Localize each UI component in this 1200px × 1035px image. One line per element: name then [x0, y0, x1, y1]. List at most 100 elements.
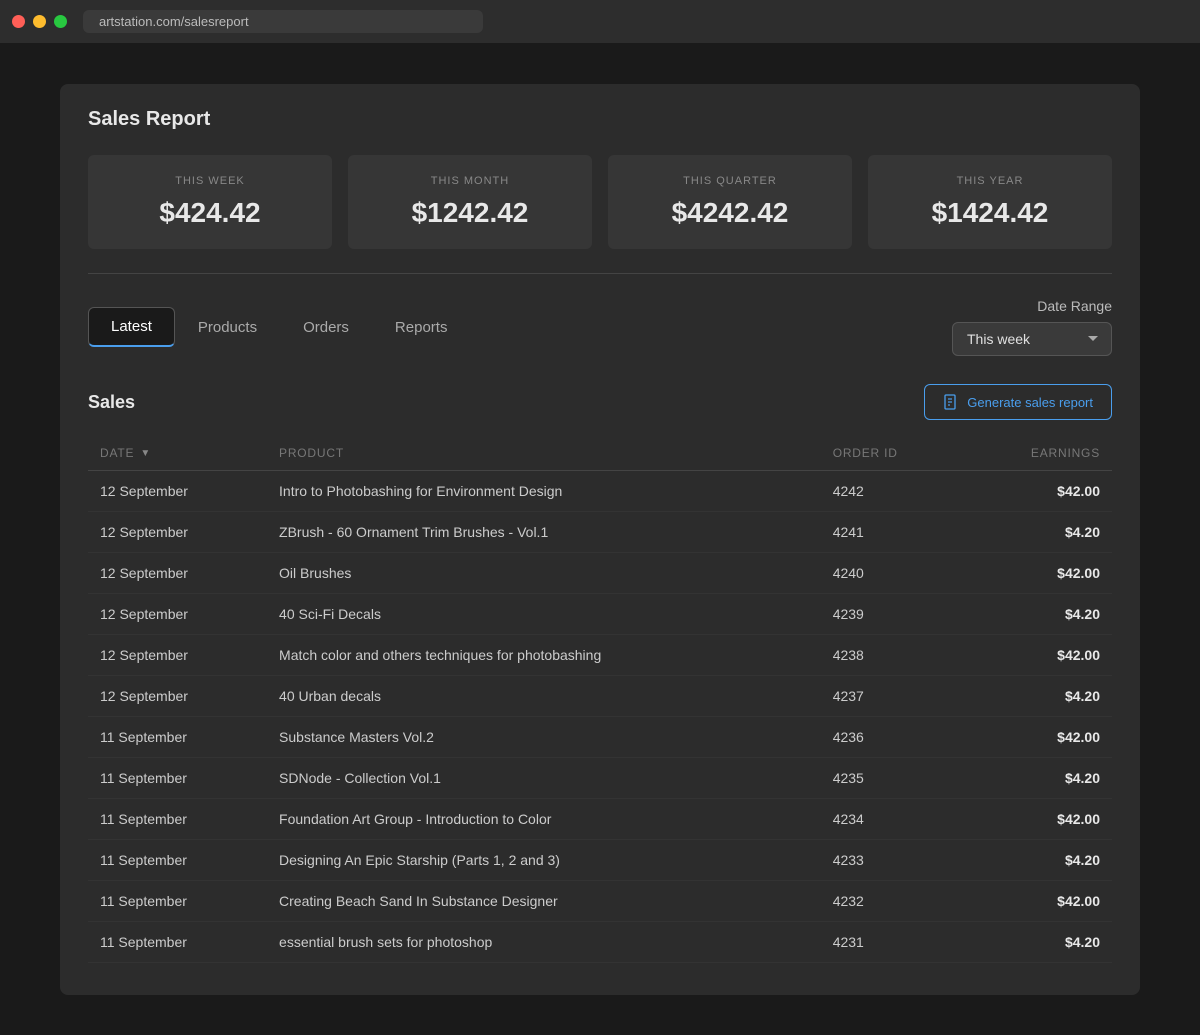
cell-product: SDNode - Collection Vol.1 [267, 758, 821, 799]
cell-date: 12 September [88, 471, 267, 512]
table-row: 12 September 40 Urban decals 4237 $4.20 [88, 676, 1112, 717]
cell-date: 12 September [88, 553, 267, 594]
table-row: 11 September SDNode - Collection Vol.1 4… [88, 758, 1112, 799]
cell-date: 12 September [88, 594, 267, 635]
table-row: 12 September ZBrush - 60 Ornament Trim B… [88, 512, 1112, 553]
cell-earnings: $4.20 [963, 676, 1112, 717]
cell-earnings: $4.20 [963, 512, 1112, 553]
stat-label: THIS QUARTER [632, 175, 828, 187]
stat-card-this-quarter: THIS QUARTER $4242.42 [608, 155, 852, 249]
tabs-row: LatestProductsOrdersReports Date Range T… [88, 298, 1112, 356]
date-range-block: Date Range This weekThis monthThis quart… [952, 298, 1112, 356]
tab-products[interactable]: Products [175, 307, 280, 347]
table-header: DATE ▼ PRODUCT ORDER ID EARNINGS [88, 436, 1112, 471]
table-row: 12 September Match color and others tech… [88, 635, 1112, 676]
divider [88, 273, 1112, 274]
col-product: PRODUCT [267, 436, 821, 471]
stats-row: THIS WEEK $424.42 THIS MONTH $1242.42 TH… [88, 155, 1112, 249]
address-bar[interactable]: artstation.com/salesreport [83, 10, 483, 33]
window-chrome: artstation.com/salesreport [0, 0, 1200, 44]
cell-date: 11 September [88, 717, 267, 758]
cell-order-id: 4238 [821, 635, 963, 676]
cell-product: Substance Masters Vol.2 [267, 717, 821, 758]
cell-earnings: $4.20 [963, 840, 1112, 881]
table-body: 12 September Intro to Photobashing for E… [88, 471, 1112, 963]
cell-date: 11 September [88, 799, 267, 840]
col-earnings: EARNINGS [963, 436, 1112, 471]
stat-card-this-month: THIS MONTH $1242.42 [348, 155, 592, 249]
stat-value: $1424.42 [892, 197, 1088, 229]
stat-label: THIS YEAR [892, 175, 1088, 187]
cell-earnings: $42.00 [963, 717, 1112, 758]
page-title: Sales Report [88, 108, 1112, 131]
table-row: 11 September Designing An Epic Starship … [88, 840, 1112, 881]
table-row: 11 September Substance Masters Vol.2 423… [88, 717, 1112, 758]
cell-product: Creating Beach Sand In Substance Designe… [267, 881, 821, 922]
cell-earnings: $42.00 [963, 799, 1112, 840]
cell-product: Designing An Epic Starship (Parts 1, 2 a… [267, 840, 821, 881]
cell-product: Oil Brushes [267, 553, 821, 594]
stat-card-this-year: THIS YEAR $1424.42 [868, 155, 1112, 249]
cell-earnings: $4.20 [963, 594, 1112, 635]
sales-report-panel: Sales Report THIS WEEK $424.42 THIS MONT… [60, 84, 1140, 995]
cell-order-id: 4234 [821, 799, 963, 840]
cell-order-id: 4242 [821, 471, 963, 512]
cell-product: ZBrush - 60 Ornament Trim Brushes - Vol.… [267, 512, 821, 553]
cell-order-id: 4236 [821, 717, 963, 758]
stat-label: THIS WEEK [112, 175, 308, 187]
cell-date: 11 September [88, 840, 267, 881]
maximize-button[interactable] [54, 15, 67, 28]
tab-latest[interactable]: Latest [88, 307, 175, 347]
cell-earnings: $42.00 [963, 881, 1112, 922]
cell-earnings: $42.00 [963, 471, 1112, 512]
generate-button-label: Generate sales report [967, 395, 1093, 410]
generate-sales-report-button[interactable]: Generate sales report [924, 384, 1112, 420]
cell-product: Intro to Photobashing for Environment De… [267, 471, 821, 512]
col-date[interactable]: DATE ▼ [88, 436, 267, 471]
sales-section-title: Sales [88, 392, 135, 413]
report-icon [943, 394, 959, 410]
sales-header: Sales Generate sales report [88, 384, 1112, 420]
stat-value: $424.42 [112, 197, 308, 229]
cell-order-id: 4232 [821, 881, 963, 922]
cell-earnings: $42.00 [963, 553, 1112, 594]
sales-table: DATE ▼ PRODUCT ORDER ID EARNINGS 12 Sept… [88, 436, 1112, 963]
cell-earnings: $4.20 [963, 758, 1112, 799]
cell-order-id: 4241 [821, 512, 963, 553]
cell-date: 12 September [88, 676, 267, 717]
col-order-id: ORDER ID [821, 436, 963, 471]
date-range-label: Date Range [1037, 298, 1112, 314]
cell-product: Foundation Art Group - Introduction to C… [267, 799, 821, 840]
tab-reports[interactable]: Reports [372, 307, 471, 347]
stat-label: THIS MONTH [372, 175, 568, 187]
cell-order-id: 4233 [821, 840, 963, 881]
cell-order-id: 4231 [821, 922, 963, 963]
table-row: 11 September essential brush sets for ph… [88, 922, 1112, 963]
table-row: 12 September Oil Brushes 4240 $42.00 [88, 553, 1112, 594]
table-row: 12 September Intro to Photobashing for E… [88, 471, 1112, 512]
table-row: 11 September Foundation Art Group - Intr… [88, 799, 1112, 840]
cell-product: Match color and others techniques for ph… [267, 635, 821, 676]
tabs: LatestProductsOrdersReports [88, 307, 470, 347]
table-row: 11 September Creating Beach Sand In Subs… [88, 881, 1112, 922]
stat-card-this-week: THIS WEEK $424.42 [88, 155, 332, 249]
cell-order-id: 4235 [821, 758, 963, 799]
cell-date: 11 September [88, 758, 267, 799]
cell-date: 11 September [88, 881, 267, 922]
cell-order-id: 4237 [821, 676, 963, 717]
cell-date: 11 September [88, 922, 267, 963]
minimize-button[interactable] [33, 15, 46, 28]
close-button[interactable] [12, 15, 25, 28]
cell-earnings: $42.00 [963, 635, 1112, 676]
cell-product: essential brush sets for photoshop [267, 922, 821, 963]
cell-earnings: $4.20 [963, 922, 1112, 963]
content-area: Sales Report THIS WEEK $424.42 THIS MONT… [0, 44, 1200, 1035]
sort-icon: ▼ [140, 448, 151, 459]
stat-value: $4242.42 [632, 197, 828, 229]
date-range-select[interactable]: This weekThis monthThis quarterThis year [952, 322, 1112, 356]
cell-order-id: 4239 [821, 594, 963, 635]
cell-product: 40 Sci-Fi Decals [267, 594, 821, 635]
tab-orders[interactable]: Orders [280, 307, 372, 347]
stat-value: $1242.42 [372, 197, 568, 229]
cell-date: 12 September [88, 512, 267, 553]
